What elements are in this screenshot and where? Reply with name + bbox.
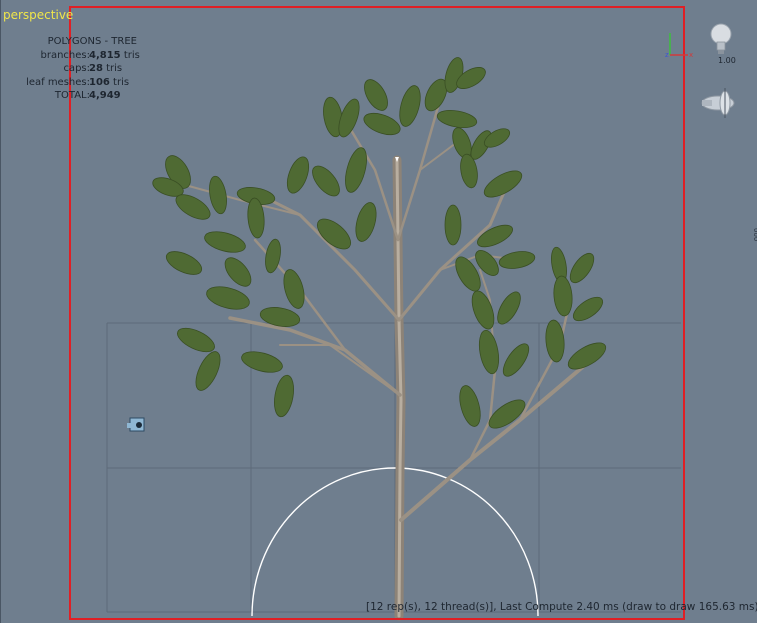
stats-unit: tris	[120, 49, 140, 61]
stats-label: TOTAL:	[54, 90, 90, 101]
stats-row-total: TOTAL: 4,949	[10, 89, 170, 103]
stats-row-leaf-meshes: leaf meshes: 106 tris	[10, 76, 170, 90]
stats-value: 28	[89, 63, 103, 74]
camera-widget-icon[interactable]	[698, 84, 738, 122]
axis-gizmo-icon: x z	[665, 33, 693, 59]
gizmo-z-label: z	[665, 51, 669, 59]
light-intensity-value: 1.00	[718, 56, 736, 65]
light-bulb-icon[interactable]	[706, 20, 736, 60]
stats-label: branches:	[40, 49, 91, 61]
stats-label: caps:	[63, 63, 90, 74]
polygon-stats-panel: POLYGONS - TREE branches: 4,815 tris cap…	[10, 35, 170, 103]
view-name-label[interactable]: perspective	[3, 8, 73, 22]
stats-row-branches: branches: 4,815 tris	[10, 49, 170, 63]
stats-value: 106	[89, 76, 110, 88]
stats-value: 4,815	[89, 49, 121, 61]
stats-title: POLYGONS - TREE	[47, 36, 137, 47]
stats-unit: tris	[109, 76, 130, 88]
gizmo-x-label: x	[689, 51, 693, 59]
side-ruler-label: 000	[752, 228, 757, 242]
performance-readout: [12 rep(s), 12 thread(s)], Last Compute …	[366, 601, 757, 613]
3d-viewport[interactable]: perspective POLYGONS - TREE branches: 4,…	[0, 0, 757, 623]
stats-label: leaf meshes:	[26, 76, 90, 88]
stats-row-caps: caps: 28 tris	[10, 62, 170, 76]
stats-unit: tris	[102, 63, 123, 74]
stats-value: 4,949	[89, 90, 121, 101]
